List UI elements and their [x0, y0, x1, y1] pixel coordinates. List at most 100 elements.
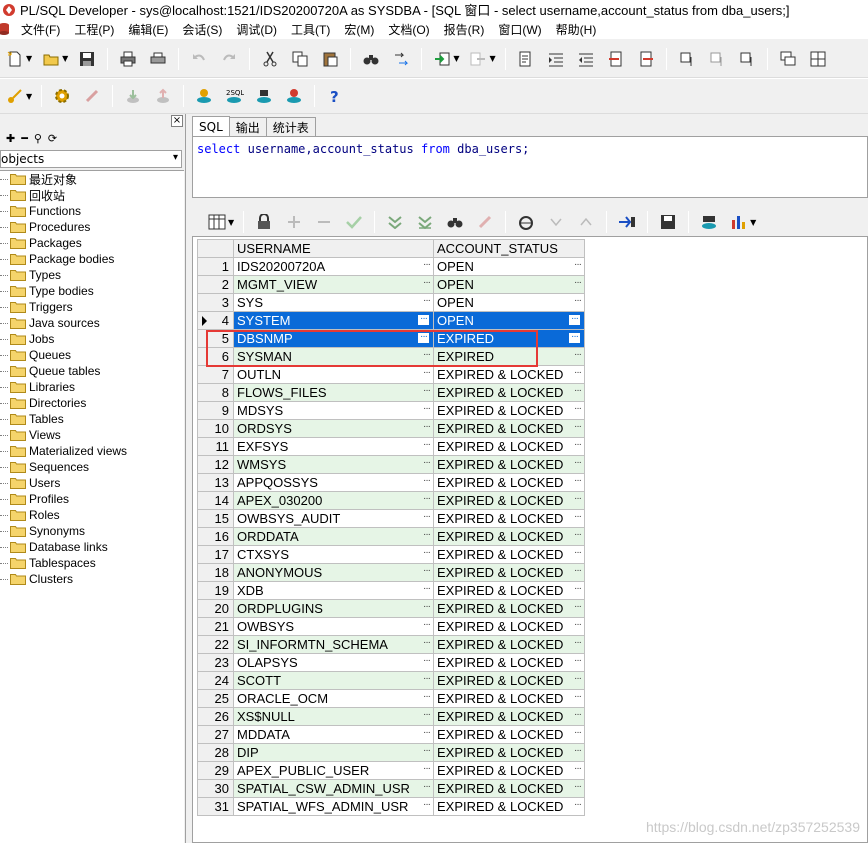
- explain-plan-icon[interactable]: [283, 85, 305, 107]
- cell-username[interactable]: MDSYS ···: [233, 401, 434, 420]
- tree-item[interactable]: Views: [0, 427, 184, 443]
- row-number[interactable]: 17: [197, 545, 234, 564]
- cell-account-status[interactable]: EXPIRED & LOCKED ···: [433, 743, 585, 762]
- cell-edit-ellipsis-icon[interactable]: ···: [423, 655, 431, 666]
- cell-username[interactable]: SPATIAL_WFS_ADMIN_USR ···: [233, 797, 434, 816]
- tree-item[interactable]: Libraries: [0, 379, 184, 395]
- tree-item[interactable]: Packages: [0, 235, 184, 251]
- cell-username[interactable]: SYSMAN ···: [233, 347, 434, 366]
- cell-edit-ellipsis-icon[interactable]: ···: [574, 691, 582, 702]
- row-number[interactable]: 6: [197, 347, 234, 366]
- chart-icon[interactable]: [728, 211, 750, 233]
- cut-icon[interactable]: [259, 48, 281, 70]
- uncomment-icon[interactable]: [635, 48, 657, 70]
- execute-gear-icon[interactable]: [51, 85, 73, 107]
- cell-edit-ellipsis-icon[interactable]: ···: [423, 457, 431, 468]
- tree-item[interactable]: Clusters: [0, 571, 184, 587]
- tree-item[interactable]: Profiles: [0, 491, 184, 507]
- new-dropdown-icon[interactable]: ▼: [26, 54, 32, 63]
- cell-edit-ellipsis-icon[interactable]: ···: [574, 529, 582, 540]
- next-bookmark-icon[interactable]: [736, 48, 758, 70]
- row-number[interactable]: 19: [197, 581, 234, 600]
- menu-debug[interactable]: 调试(D): [229, 21, 284, 38]
- cell-username[interactable]: APEX_PUBLIC_USER ···: [233, 761, 434, 780]
- indent-icon[interactable]: [545, 48, 567, 70]
- tree-item[interactable]: Procedures: [0, 219, 184, 235]
- cell-account-status[interactable]: OPEN ···: [433, 293, 585, 312]
- cell-edit-ellipsis-icon[interactable]: ···: [574, 385, 582, 396]
- cell-edit-ellipsis-icon[interactable]: ···: [574, 493, 582, 504]
- table-row[interactable]: 24 SCOTT ··· EXPIRED & LOCKED ···: [197, 671, 585, 690]
- sql-window-icon[interactable]: [193, 85, 215, 107]
- cell-account-status[interactable]: EXPIRED ···: [433, 329, 585, 348]
- menu-documents[interactable]: 文档(O): [381, 21, 436, 38]
- cell-edit-ellipsis-icon[interactable]: ···: [574, 547, 582, 558]
- tree-item[interactable]: 回收站: [0, 187, 184, 203]
- cell-edit-ellipsis-icon[interactable]: ···: [574, 673, 582, 684]
- table-row[interactable]: 26 XS$NULL ··· EXPIRED & LOCKED ···: [197, 707, 585, 726]
- query-by-example-icon[interactable]: [444, 211, 466, 233]
- cell-edit-ellipsis-icon[interactable]: ···: [423, 583, 431, 594]
- cell-username[interactable]: SYSTEM ···: [233, 311, 434, 330]
- row-number[interactable]: 2: [197, 275, 234, 294]
- unindent-icon[interactable]: [575, 48, 597, 70]
- fetch-next-icon[interactable]: [384, 211, 406, 233]
- tree-item[interactable]: Materialized views: [0, 443, 184, 459]
- cell-edit-ellipsis-icon[interactable]: ···: [574, 367, 582, 378]
- cell-edit-ellipsis-icon[interactable]: ···: [574, 601, 582, 612]
- cell-username[interactable]: SPATIAL_CSW_ADMIN_USR ···: [233, 779, 434, 798]
- cell-edit-ellipsis-icon[interactable]: ···: [574, 781, 582, 792]
- cell-username[interactable]: APEX_030200 ···: [233, 491, 434, 510]
- table-row[interactable]: 18 ANONYMOUS ··· EXPIRED & LOCKED ···: [197, 563, 585, 582]
- cell-edit-ellipsis-icon[interactable]: ···: [423, 727, 431, 738]
- copy-icon[interactable]: [289, 48, 311, 70]
- cell-edit-ellipsis-icon[interactable]: ···: [423, 673, 431, 684]
- cell-edit-ellipsis-icon[interactable]: ···: [569, 314, 580, 325]
- help-icon[interactable]: ?: [324, 85, 346, 107]
- row-number[interactable]: 10: [197, 419, 234, 438]
- table-row[interactable]: 25 ORACLE_OCM ··· EXPIRED & LOCKED ···: [197, 689, 585, 708]
- cell-account-status[interactable]: EXPIRED & LOCKED ···: [433, 761, 585, 780]
- print-icon[interactable]: [117, 48, 139, 70]
- row-number[interactable]: 16: [197, 527, 234, 546]
- row-number-header[interactable]: [197, 239, 234, 258]
- menu-window[interactable]: 窗口(W): [491, 21, 548, 38]
- cell-edit-ellipsis-icon[interactable]: ···: [574, 439, 582, 450]
- cell-edit-ellipsis-icon[interactable]: ···: [423, 475, 431, 486]
- open-dropdown-icon[interactable]: ▼: [62, 54, 68, 63]
- table-row[interactable]: 15 OWBSYS_AUDIT ··· EXPIRED & LOCKED ···: [197, 509, 585, 528]
- paste-icon[interactable]: [319, 48, 341, 70]
- grid-select-icon[interactable]: [206, 211, 228, 233]
- find-replace-icon[interactable]: [390, 48, 412, 70]
- cell-username[interactable]: SI_INFORMTN_SCHEMA ···: [233, 635, 434, 654]
- table-row[interactable]: 4 SYSTEM ··· OPEN ···: [197, 311, 585, 330]
- tree-item[interactable]: Package bodies: [0, 251, 184, 267]
- cell-edit-ellipsis-icon[interactable]: ···: [423, 799, 431, 810]
- cell-account-status[interactable]: EXPIRED & LOCKED ···: [433, 473, 585, 492]
- cell-edit-ellipsis-icon[interactable]: ···: [423, 619, 431, 630]
- cell-edit-ellipsis-icon[interactable]: ···: [418, 314, 429, 325]
- tree-item[interactable]: Queues: [0, 347, 184, 363]
- cell-username[interactable]: XS$NULL ···: [233, 707, 434, 726]
- cell-edit-ellipsis-icon[interactable]: ···: [574, 727, 582, 738]
- table-row[interactable]: 14 APEX_030200 ··· EXPIRED & LOCKED ···: [197, 491, 585, 510]
- cell-edit-ellipsis-icon[interactable]: ···: [569, 332, 580, 343]
- refresh-icon[interactable]: ⟳: [48, 132, 57, 145]
- cell-edit-ellipsis-icon[interactable]: ···: [574, 475, 582, 486]
- row-number[interactable]: 8: [197, 383, 234, 402]
- cell-account-status[interactable]: EXPIRED & LOCKED ···: [433, 545, 585, 564]
- cell-username[interactable]: ANONYMOUS ···: [233, 563, 434, 582]
- cell-edit-ellipsis-icon[interactable]: ···: [423, 259, 431, 270]
- clear-record-icon[interactable]: [474, 211, 496, 233]
- sql-editor[interactable]: select username,account_status from dba_…: [192, 136, 868, 198]
- row-number[interactable]: 12: [197, 455, 234, 474]
- edit-document-icon[interactable]: [515, 48, 537, 70]
- tree-item[interactable]: 最近对象: [0, 171, 184, 187]
- export-icon[interactable]: [467, 48, 489, 70]
- cell-username[interactable]: MDDATA ···: [233, 725, 434, 744]
- tab-statistics[interactable]: 统计表: [265, 117, 316, 136]
- cell-edit-ellipsis-icon[interactable]: ···: [574, 565, 582, 576]
- cell-account-status[interactable]: EXPIRED & LOCKED ···: [433, 617, 585, 636]
- cascade-windows-icon[interactable]: [777, 48, 799, 70]
- sql-command-icon[interactable]: 2SQL: [223, 85, 245, 107]
